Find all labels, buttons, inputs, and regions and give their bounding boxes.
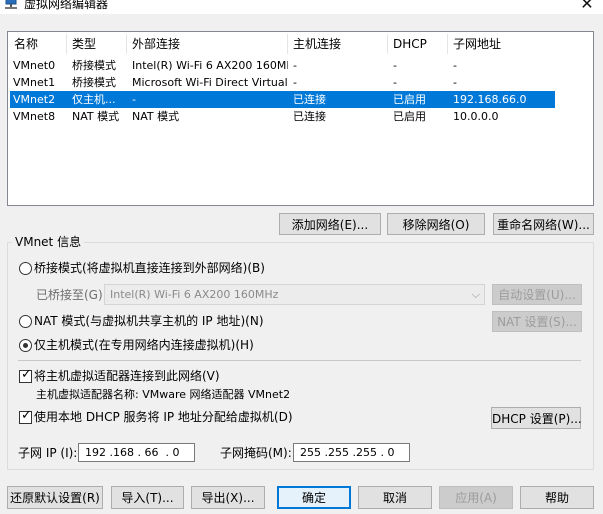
- table-row-vmnet1[interactable]: VMnet1 桥接模式 Microsoft Wi-Fi Direct Virtu…: [10, 74, 555, 91]
- dhcp-label[interactable]: 使用本地 DHCP 服务将 IP 地址分配给虚拟机(D): [34, 410, 293, 424]
- rename-network-button[interactable]: 重命名网络(W)...: [493, 213, 594, 235]
- table-row-vmnet8[interactable]: VMnet8 NAT 模式 NAT 模式 已连接 已启用 10.0.0.0: [10, 108, 555, 125]
- cell-dhcp: -: [393, 59, 397, 72]
- cell-name: VMnet2: [13, 93, 56, 106]
- vmnet-info-title: VMnet 信息: [12, 235, 85, 249]
- cell-host: -: [293, 59, 297, 72]
- help-button[interactable]: 帮助: [520, 486, 594, 509]
- nat-mode-radio[interactable]: [19, 315, 32, 328]
- cell-host: -: [293, 76, 297, 89]
- bridged-to-select[interactable]: Intel(R) Wi-Fi 6 AX200 160MHz ⌵: [104, 284, 485, 305]
- import-button[interactable]: 导入(T)...: [111, 486, 184, 509]
- checkmark-icon: ✓: [21, 367, 32, 382]
- cell-type: NAT 模式: [72, 110, 120, 123]
- nat-mode-label[interactable]: NAT 模式(与虚拟机共享主机的 IP 地址)(N): [34, 314, 264, 328]
- adapter-name-text: 主机虚拟适配器名称: VMware 网络适配器 VMnet2: [36, 388, 291, 401]
- host-only-mode-label[interactable]: 仅主机模式(在专用网络内连接虚拟机)(H): [34, 338, 254, 352]
- dhcp-settings-button[interactable]: DHCP 设置(P)...: [491, 407, 582, 429]
- vmware-network-icon: [4, 0, 18, 11]
- connect-adapter-checkbox[interactable]: ✓: [19, 367, 32, 383]
- ok-button[interactable]: 确定: [277, 486, 351, 509]
- column-header-host[interactable]: 主机连接: [288, 34, 388, 54]
- bridged-to-label: 已桥接至(G):: [36, 288, 107, 302]
- cell-host: 已连接: [293, 93, 326, 106]
- cell-type: 仅主机...: [72, 93, 116, 106]
- close-icon[interactable]: ✕: [578, 0, 596, 13]
- cell-dhcp: 已启用: [393, 110, 426, 123]
- restore-defaults-button[interactable]: 还原默认设置(R): [7, 486, 103, 509]
- cell-subnet: -: [453, 59, 457, 72]
- host-only-mode-radio[interactable]: [19, 339, 32, 352]
- cell-external: Microsoft Wi-Fi Direct Virtual...: [132, 76, 288, 89]
- cell-name: VMnet1: [13, 76, 56, 89]
- column-header-type[interactable]: 类型: [67, 34, 127, 54]
- radio-selected-dot: [23, 343, 28, 348]
- subnet-ip-label: 子网 IP (I):: [18, 446, 78, 460]
- bridged-mode-radio[interactable]: [19, 262, 32, 275]
- cell-external: NAT 模式: [132, 110, 180, 123]
- dhcp-checkbox[interactable]: ✓: [19, 408, 32, 424]
- table-row-vmnet2-selected[interactable]: VMnet2 仅主机... - 已连接 已启用 192.168.66.0: [10, 91, 555, 108]
- cell-name: VMnet8: [13, 110, 56, 123]
- nat-settings-button[interactable]: NAT 设置(S)...: [492, 311, 582, 332]
- cell-external: Intel(R) Wi-Fi 6 AX200 160MHz: [132, 59, 288, 72]
- checkmark-icon: ✓: [21, 408, 32, 423]
- auto-settings-button[interactable]: 自动设置(U)...: [492, 284, 582, 305]
- connect-adapter-label[interactable]: 将主机虚拟适配器连接到此网络(V): [34, 369, 220, 383]
- cell-dhcp: 已启用: [393, 93, 426, 106]
- column-header-external[interactable]: 外部连接: [127, 34, 288, 54]
- chevron-down-icon: ⌵: [471, 288, 480, 301]
- add-network-button[interactable]: 添加网络(E)...: [279, 213, 381, 235]
- remove-network-button[interactable]: 移除网络(O): [387, 213, 485, 235]
- cell-subnet: -: [453, 76, 457, 89]
- column-header-subnet[interactable]: 子网地址: [448, 34, 553, 54]
- column-header-name[interactable]: 名称: [9, 34, 67, 54]
- cell-name: VMnet0: [13, 59, 56, 72]
- network-list[interactable]: 名称 类型 外部连接 主机连接 DHCP 子网地址 VMnet0 桥接模式 In…: [7, 31, 594, 206]
- cell-type: 桥接模式: [72, 76, 116, 89]
- apply-button[interactable]: 应用(A): [439, 486, 513, 509]
- cell-external: -: [132, 93, 136, 106]
- cell-host: 已连接: [293, 110, 326, 123]
- subnet-mask-label: 子网掩码(M):: [220, 446, 292, 460]
- vmnet-info-group: [7, 242, 594, 470]
- cell-type: 桥接模式: [72, 59, 116, 72]
- window-title: 虚拟网络编辑器: [24, 0, 109, 11]
- export-button[interactable]: 导出(X)...: [191, 486, 265, 509]
- cell-subnet: 192.168.66.0: [453, 93, 527, 106]
- cell-dhcp: -: [393, 76, 397, 89]
- subnet-ip-input[interactable]: 192 .168 . 66 . 0: [78, 443, 195, 462]
- subnet-mask-input[interactable]: 255 .255 .255 . 0: [293, 443, 410, 462]
- cancel-button[interactable]: 取消: [358, 486, 432, 509]
- bridged-mode-label[interactable]: 桥接模式(将虚拟机直接连接到外部网络)(B): [34, 261, 265, 275]
- bridged-to-value: Intel(R) Wi-Fi 6 AX200 160MHz: [110, 288, 279, 301]
- cell-subnet: 10.0.0.0: [453, 110, 499, 123]
- divider: [18, 360, 581, 361]
- column-header-dhcp[interactable]: DHCP: [388, 34, 448, 54]
- table-row-vmnet0[interactable]: VMnet0 桥接模式 Intel(R) Wi-Fi 6 AX200 160MH…: [10, 57, 555, 74]
